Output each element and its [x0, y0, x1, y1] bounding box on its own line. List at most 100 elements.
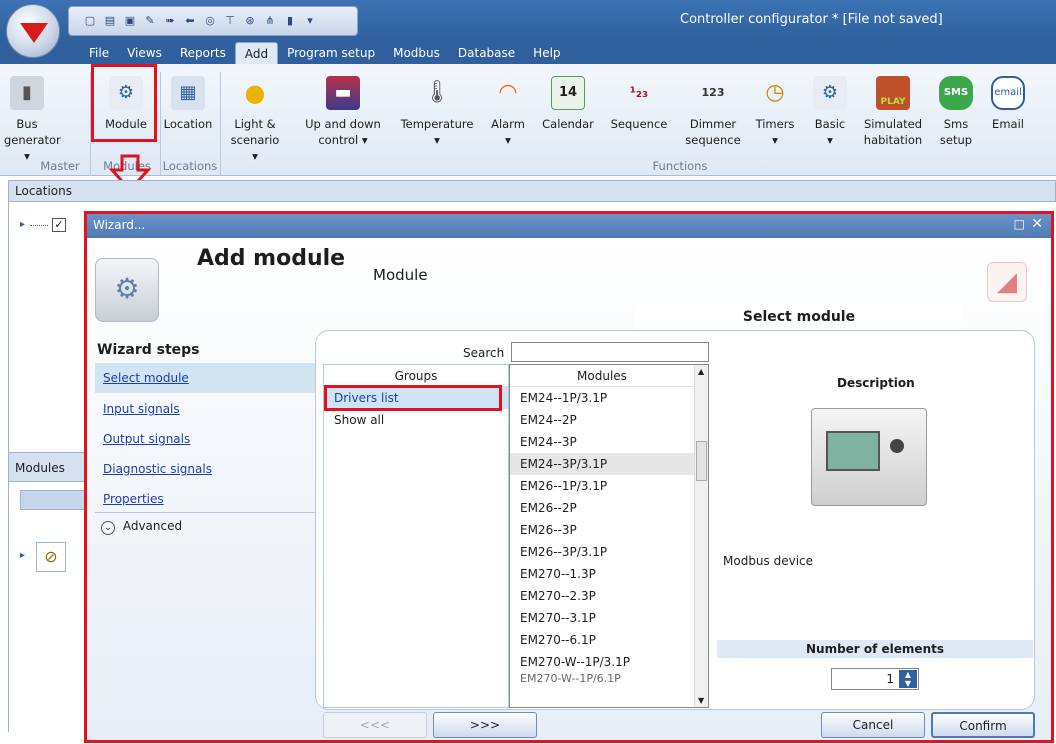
thermometer-icon: 🌡: [423, 80, 451, 105]
expand-arrow-icon[interactable]: ▸: [20, 219, 25, 230]
temperature-button[interactable]: 🌡 Temperature ▾: [396, 72, 478, 152]
menu-views[interactable]: Views: [118, 42, 171, 64]
module-item[interactable]: EM270--2.3P: [510, 585, 694, 607]
quick-access-toolbar: ▢ ▤ ▣ ✎ ➠ ⬅ ◎ ⊤ ⊛ ⋔ ▮ ▾: [68, 6, 358, 36]
module-item-selected[interactable]: EM24--3P/3.1P: [510, 453, 694, 475]
number-elements-stepper[interactable]: 1 ▲ ▼: [831, 668, 919, 690]
location-button[interactable]: ▦ Location: [162, 72, 214, 152]
dimmer-label: Dimmer: [689, 117, 737, 131]
timers-button[interactable]: ◷ Timers ▾: [752, 72, 798, 152]
basic-button[interactable]: ⚙ Basic ▾: [808, 72, 852, 152]
location-tree-node[interactable]: ▸ ✓: [20, 216, 90, 236]
group-functions: Functions: [652, 159, 708, 173]
light-scenario-label: Light &: [234, 117, 276, 131]
device-display: [826, 431, 880, 471]
alarm-button[interactable]: ◠ Alarm ▾: [486, 72, 530, 152]
module-item[interactable]: EM270--6.1P: [510, 629, 694, 651]
modules-scrollbar[interactable]: ▲ ▼: [694, 365, 708, 707]
previous-button[interactable]: <<<: [323, 712, 427, 738]
import-icon[interactable]: ⬅: [183, 14, 197, 28]
module-item[interactable]: EM270-W--1P/3.1P: [510, 651, 694, 673]
edit-icon[interactable]: ✎: [143, 14, 157, 28]
sequence-button[interactable]: ¹₂₃ Sequence: [608, 72, 670, 152]
menu-reports[interactable]: Reports: [171, 42, 235, 64]
menu-add[interactable]: Add: [234, 42, 279, 64]
new-file-icon[interactable]: ▢: [83, 14, 97, 28]
ribbon-separator: [220, 72, 221, 176]
email-button[interactable]: email Email: [986, 72, 1030, 152]
search-input[interactable]: [511, 342, 709, 362]
calendar-label: Calendar: [542, 117, 594, 131]
module-expand-icon[interactable]: ▸: [20, 550, 25, 561]
module-item[interactable]: EM26--3P/3.1P: [510, 541, 694, 563]
module-item[interactable]: EM24--1P/3.1P: [510, 387, 694, 409]
light-scenario-button[interactable]: ● Light & scenario ▾: [226, 72, 284, 163]
network-icon[interactable]: ⊤: [223, 14, 237, 28]
bus-generator-button[interactable]: ▮ Bus generator ▾: [4, 72, 61, 163]
lightbulb-icon: ●: [244, 79, 266, 107]
module-item[interactable]: EM26--3P: [510, 519, 694, 541]
module-item[interactable]: EM24--3P: [510, 431, 694, 453]
module-item[interactable]: EM270--3.1P: [510, 607, 694, 629]
advanced-toggle[interactable]: ⌄ Advanced: [101, 519, 251, 539]
menu-program-setup[interactable]: Program setup: [278, 42, 384, 64]
scrollbar-thumb[interactable]: [696, 441, 707, 481]
dimmer-sequence-button[interactable]: 123 Dimmer sequence: [684, 72, 742, 152]
refresh-icon[interactable]: ◎: [203, 14, 217, 28]
sequence-label: Sequence: [610, 117, 668, 131]
module-item[interactable]: EM270-W--1P/6.1P: [510, 673, 694, 687]
save-icon[interactable]: ▣: [123, 14, 137, 28]
module-item[interactable]: EM270--1.3P: [510, 563, 694, 585]
cancel-button[interactable]: Cancel: [821, 712, 925, 738]
advanced-label: Advanced: [122, 519, 183, 533]
app-logo-icon[interactable]: [6, 4, 60, 58]
sms-label: Sms: [943, 117, 969, 131]
brand-watermark-icon: ◢: [987, 262, 1027, 302]
simulated-habitation-button[interactable]: PLAY Simulated habitation: [860, 72, 926, 152]
export-icon[interactable]: ➠: [163, 14, 177, 28]
step-input-signals[interactable]: Input signals: [103, 402, 180, 416]
menu-database[interactable]: Database: [449, 42, 524, 64]
menu-file[interactable]: File: [80, 42, 118, 64]
tree-icon[interactable]: ⋔: [263, 14, 277, 28]
open-icon[interactable]: ▤: [103, 14, 117, 28]
plugin-icon[interactable]: ▮: [283, 14, 297, 28]
step-properties[interactable]: Properties: [103, 492, 164, 506]
menu-modbus[interactable]: Modbus: [384, 42, 449, 64]
confirm-button[interactable]: Confirm: [931, 712, 1035, 738]
alarm-icon: ◠: [498, 80, 518, 105]
modules-column-header: [20, 490, 86, 510]
up-down-control-button[interactable]: ▬ Up and down control ▾: [298, 72, 388, 152]
module-item[interactable]: EM26--2P: [510, 497, 694, 519]
calendar-button[interactable]: 14 Calendar: [538, 72, 598, 152]
wizard-steps-title: Wizard steps: [97, 342, 200, 358]
close-icon[interactable]: ✕: [1031, 216, 1043, 232]
modules-panel-header: Modules: [8, 452, 88, 482]
dimmer-icon: 123: [701, 86, 725, 99]
stepper-arrows-icon[interactable]: ▲ ▼: [899, 670, 917, 688]
module-item[interactable]: EM24--2P: [510, 409, 694, 431]
module-item[interactable]: EM26--1P/3.1P: [510, 475, 694, 497]
group-show-all[interactable]: Show all: [324, 409, 508, 431]
basic-label: Basic: [814, 117, 846, 131]
next-button[interactable]: >>>: [433, 712, 537, 738]
maximize-icon[interactable]: □: [1014, 217, 1025, 231]
basic-label2: ▾: [827, 133, 833, 147]
step-select-module-row[interactable]: Select module: [95, 363, 315, 393]
steps-divider: [95, 512, 315, 513]
scroll-up-icon[interactable]: ▲: [698, 367, 704, 376]
sms-setup-button[interactable]: SMS Sms setup: [934, 72, 978, 152]
module-item-icon[interactable]: ⊘: [36, 542, 66, 572]
dropdown-icon[interactable]: ▾: [303, 14, 317, 28]
sequence-icon: ¹₂₃: [629, 85, 649, 101]
tree-checkbox[interactable]: ✓: [52, 218, 66, 232]
scroll-down-icon[interactable]: ▼: [698, 696, 704, 705]
alarm-label: Alarm: [491, 117, 525, 131]
step-select-module[interactable]: Select module: [103, 371, 189, 385]
email-icon: email: [991, 76, 1025, 110]
temperature-label2: ▾: [434, 133, 440, 147]
menu-help[interactable]: Help: [524, 42, 569, 64]
step-output-signals[interactable]: Output signals: [103, 432, 190, 446]
step-diagnostic-signals[interactable]: Diagnostic signals: [103, 462, 212, 476]
antenna-icon[interactable]: ⊛: [243, 14, 257, 28]
